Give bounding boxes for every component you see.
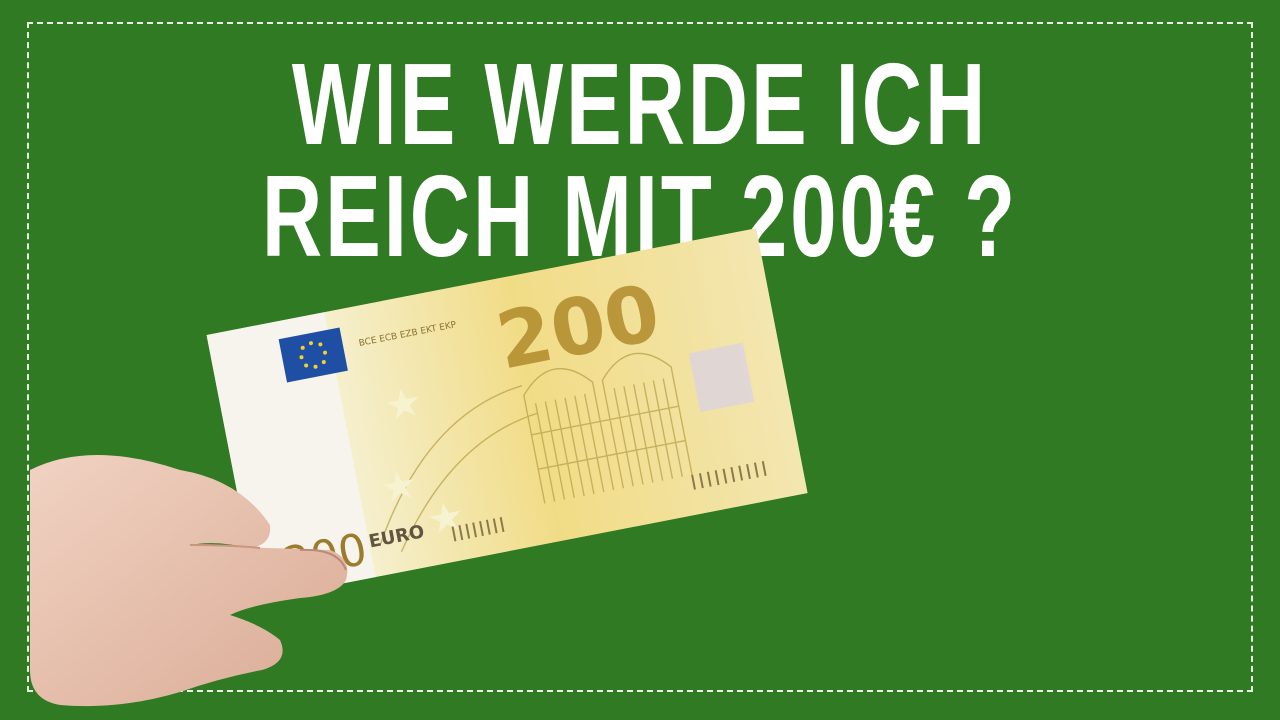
hologram-patch xyxy=(688,342,755,413)
hand-holding-note xyxy=(30,455,348,707)
headline: WIE WERDE ICH REICH MIT 200€ ? xyxy=(179,39,1101,274)
headline-line-1: WIE WERDE ICH xyxy=(291,39,989,169)
